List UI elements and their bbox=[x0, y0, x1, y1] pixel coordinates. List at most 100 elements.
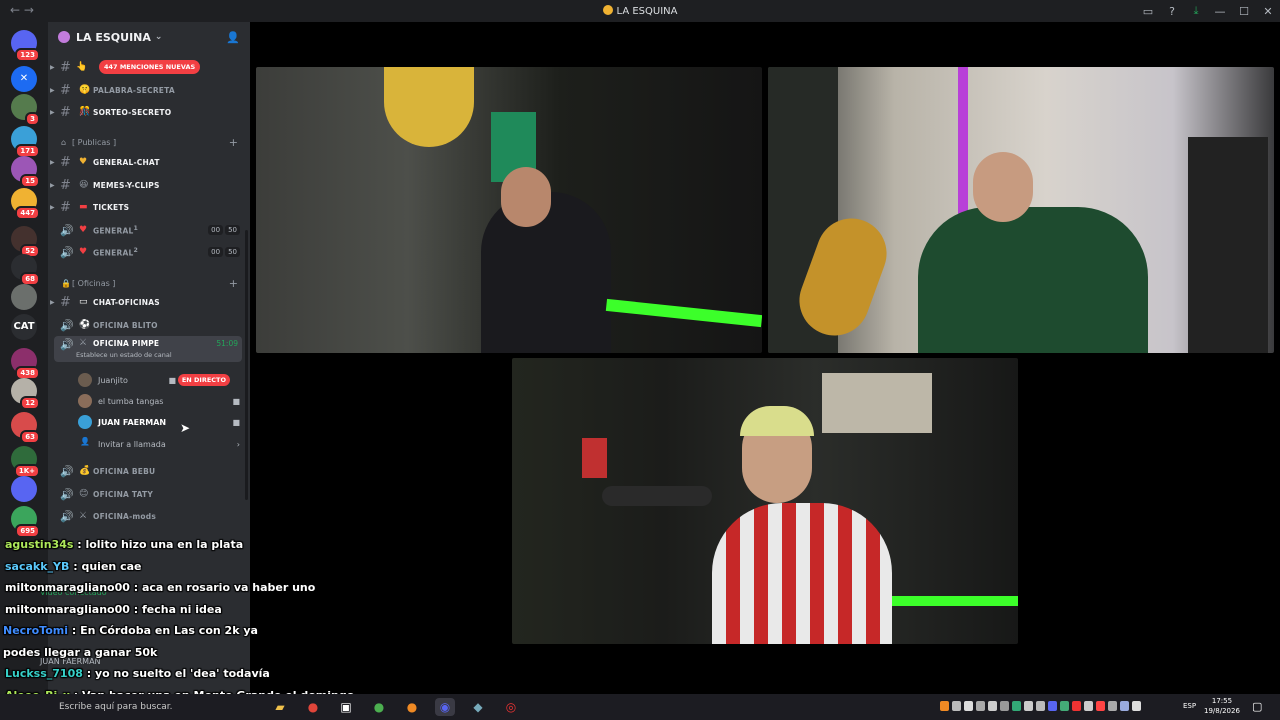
obs-icon[interactable]: ◎ bbox=[501, 698, 521, 716]
chevron-right-icon: › bbox=[236, 439, 240, 449]
close-button[interactable]: ✕ bbox=[1256, 5, 1280, 18]
chat-username: miltonmaragliano00 bbox=[5, 602, 130, 616]
add-user-icon[interactable]: 👤 bbox=[226, 31, 240, 44]
server-icon[interactable]: 123 bbox=[11, 30, 40, 62]
emoji-icon: ⚽ bbox=[79, 320, 91, 330]
download-icon[interactable]: ⤓ bbox=[1184, 4, 1208, 18]
video-tile[interactable] bbox=[768, 67, 1274, 353]
voice-channel-item[interactable]: 🔊 😊 OFICINA TATY bbox=[48, 484, 250, 504]
server-icon[interactable]: ✕ bbox=[11, 66, 37, 92]
server-icon[interactable]: 1K+ bbox=[11, 446, 40, 478]
scrollbar[interactable] bbox=[245, 230, 248, 500]
emoji-icon: 😆 bbox=[79, 180, 89, 190]
browser-icon[interactable]: ● bbox=[402, 698, 422, 716]
chat-separator: : bbox=[129, 602, 142, 616]
voice-channel-item[interactable]: 🔊 ⚔ OFICINA-mods bbox=[48, 506, 250, 526]
server-icon[interactable]: 695 bbox=[11, 506, 40, 538]
notifications-icon[interactable]: ▢ bbox=[1252, 700, 1262, 713]
avatar bbox=[78, 415, 92, 429]
app-icon[interactable]: ▣ bbox=[336, 698, 356, 716]
invite-to-call[interactable]: 👤 Invitar a llamada › bbox=[76, 434, 242, 454]
server-icon[interactable]: 52 bbox=[11, 226, 40, 258]
system-tray[interactable] bbox=[940, 701, 1141, 711]
camera-icon: ■ bbox=[232, 417, 240, 427]
speaker-icon: 🔊 bbox=[60, 509, 74, 523]
add-channel-icon[interactable]: + bbox=[229, 136, 238, 149]
channel-item[interactable]: ▶ # 👆 447 MENCIONES NUEVAS bbox=[48, 57, 250, 77]
chat-username: agustin34s bbox=[5, 538, 74, 551]
channel-item[interactable]: ▶ # 🤫 PALABRA-SECRETA bbox=[48, 80, 250, 100]
minimize-button[interactable]: — bbox=[1208, 5, 1232, 18]
server-icon[interactable]: 3 bbox=[11, 94, 40, 126]
mention-badge: 123 bbox=[15, 48, 40, 62]
channel-name: PALABRA-SECRETA bbox=[93, 85, 175, 95]
channel-item[interactable]: ▶ # ▭ CHAT-OFICINAS bbox=[48, 292, 250, 312]
chat-text: fecha ni idea bbox=[141, 602, 222, 616]
voice-user[interactable]: el tumba tangas ■ bbox=[76, 391, 242, 411]
inbox-icon[interactable]: ▭ bbox=[1136, 5, 1160, 18]
help-icon[interactable]: ? bbox=[1160, 5, 1184, 18]
chat-separator: : bbox=[68, 624, 81, 637]
mention-badge: 3 bbox=[25, 112, 40, 126]
input-language[interactable]: ESP bbox=[1183, 702, 1196, 710]
mentions-badge[interactable]: 447 MENCIONES NUEVAS bbox=[99, 60, 201, 74]
voice-user[interactable]: Juanjito EN DIRECTO ■ bbox=[76, 370, 242, 390]
fridge bbox=[582, 438, 607, 478]
live-badge: EN DIRECTO bbox=[177, 374, 230, 386]
chat-separator: : bbox=[129, 581, 142, 594]
emoji-icon: 🤫 bbox=[79, 85, 91, 95]
channel-item[interactable]: ▶ # 😆 MEMES-Y-CLIPS bbox=[48, 175, 250, 195]
taskbar-search[interactable]: Escribe aquí para buscar. bbox=[48, 694, 260, 720]
video-tile[interactable] bbox=[512, 358, 1018, 644]
guild-header[interactable]: LA ESQUINA ⌄ 👤 bbox=[48, 22, 250, 52]
chrome-icon[interactable]: ● bbox=[369, 698, 389, 716]
server-icon[interactable] bbox=[11, 476, 37, 502]
channel-item[interactable]: ▶ # 🎊 SORTEO-SECRETO bbox=[48, 102, 250, 122]
server-icon bbox=[602, 5, 613, 15]
channel-item[interactable]: ▶ # ♥ GENERAL-CHAT bbox=[48, 152, 250, 172]
user-limit: 00 50 bbox=[208, 247, 240, 257]
hash-icon: # bbox=[60, 199, 71, 215]
chat-separator: : bbox=[82, 667, 95, 680]
channel-status[interactable]: Establece un estado de canal bbox=[76, 351, 172, 359]
taskbar: Escribe aquí para buscar. ▰ ● ▣ ● ● ◉ ◆ … bbox=[0, 694, 1280, 720]
voice-channel-item[interactable]: 🔊 ♥ GENERAL2 00 50 bbox=[48, 242, 250, 262]
voice-channel-active[interactable]: 🔊 ⚔ OFICINA PIMPE 51:09 Establece un est… bbox=[54, 336, 242, 362]
maximize-button[interactable]: ☐ bbox=[1232, 5, 1256, 18]
face bbox=[973, 152, 1033, 222]
voice-user[interactable]: JUAN FAERMAN ■ bbox=[76, 412, 242, 432]
discord-icon[interactable]: ◉ bbox=[435, 698, 455, 716]
server-icon[interactable]: 438 bbox=[11, 348, 40, 380]
channel-name: OFICINA TATY bbox=[93, 489, 153, 499]
add-channel-icon[interactable]: + bbox=[229, 277, 238, 290]
guild-name: LA ESQUINA bbox=[76, 30, 151, 44]
server-icon[interactable] bbox=[11, 284, 37, 310]
category-publicas[interactable]: ⌂ [ Publicas ] + bbox=[48, 134, 250, 150]
hash-icon: # bbox=[60, 294, 71, 310]
chrome-icon[interactable]: ● bbox=[303, 698, 323, 716]
server-icon[interactable]: 63 bbox=[11, 412, 40, 444]
voice-channel-item[interactable]: 🔊 💰 OFICINA BEBU bbox=[48, 461, 250, 481]
server-icon[interactable]: 15 bbox=[11, 156, 40, 188]
voice-channel-item[interactable]: 🔊 ♥ GENERAL1 00 50 bbox=[48, 220, 250, 240]
mention-badge: 15 bbox=[20, 174, 40, 188]
ticket-icon: ▬ bbox=[79, 202, 88, 212]
camera-icon: ■ bbox=[232, 396, 240, 406]
file-explorer-icon[interactable]: ▰ bbox=[270, 698, 290, 716]
person bbox=[712, 503, 892, 644]
category-oficinas[interactable]: 🔒 [ Oficinas ] + bbox=[48, 275, 250, 291]
speaker-icon: 🔊 bbox=[60, 318, 74, 332]
voice-channel-item[interactable]: 🔊 ⚽ OFICINA BLITO bbox=[48, 315, 250, 335]
mention-badge: 12 bbox=[20, 396, 40, 410]
server-icon[interactable]: 68 bbox=[11, 254, 40, 286]
channel-item[interactable]: ▶ # ▬ TICKETS bbox=[48, 197, 250, 217]
server-icon[interactable]: 12 bbox=[11, 378, 40, 410]
steam-icon[interactable]: ◆ bbox=[468, 698, 488, 716]
channel-name: TICKETS bbox=[93, 202, 130, 212]
server-icon[interactable]: 171 bbox=[11, 126, 40, 158]
clock[interactable]: 17:55 19/8/2026 bbox=[1204, 696, 1240, 716]
server-icon[interactable]: CAT bbox=[11, 314, 37, 340]
server-icon[interactable]: 447 bbox=[11, 188, 40, 220]
hash-icon: # bbox=[60, 82, 71, 98]
video-tile[interactable] bbox=[256, 67, 762, 353]
